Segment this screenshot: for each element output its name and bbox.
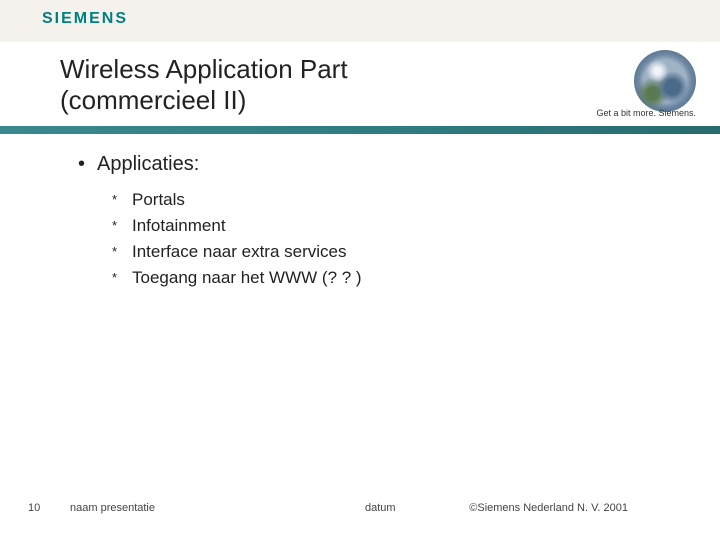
- brand-tagline: Get a bit more. Siemens.: [596, 108, 696, 118]
- asterisk-icon: *: [112, 240, 122, 264]
- sub-bullet-text: Toegang naar het WWW (? ? ): [132, 266, 362, 290]
- title-line-2: (commercieel II): [60, 85, 246, 115]
- slide-title: Wireless Application Part (commercieel I…: [60, 54, 348, 116]
- page-number: 10: [28, 502, 40, 514]
- asterisk-icon: *: [112, 188, 122, 212]
- sub-bullet-list: * Portals * Infotainment * Interface naa…: [112, 188, 680, 290]
- asterisk-icon: *: [112, 214, 122, 238]
- list-item: * Toegang naar het WWW (? ? ): [112, 266, 680, 290]
- globe-icon: [634, 50, 696, 112]
- bullet-dot-icon: •: [78, 150, 85, 178]
- list-item: * Infotainment: [112, 214, 680, 238]
- globe-graphic: [634, 50, 696, 112]
- title-line-1: Wireless Application Part: [60, 54, 348, 84]
- copyright: ©Siemens Nederland N. V. 2001: [469, 502, 628, 514]
- sub-bullet-text: Interface naar extra services: [132, 240, 346, 264]
- siemens-logo: SIEMENS: [42, 10, 128, 28]
- list-item: * Interface naar extra services: [112, 240, 680, 264]
- slide: SIEMENS Wireless Application Part (comme…: [0, 0, 720, 540]
- date-placeholder: datum: [365, 502, 396, 514]
- bullet-text: Applicaties:: [97, 150, 199, 178]
- sub-bullet-text: Infotainment: [132, 214, 226, 238]
- presentation-name: naam presentatie: [70, 502, 155, 514]
- asterisk-icon: *: [112, 266, 122, 290]
- list-item: * Portals: [112, 188, 680, 212]
- sub-bullet-text: Portals: [132, 188, 185, 212]
- content-area: • Applicaties: * Portals * Infotainment …: [78, 150, 680, 292]
- bullet-row: • Applicaties:: [78, 150, 680, 178]
- header-underline-bar: [0, 126, 720, 134]
